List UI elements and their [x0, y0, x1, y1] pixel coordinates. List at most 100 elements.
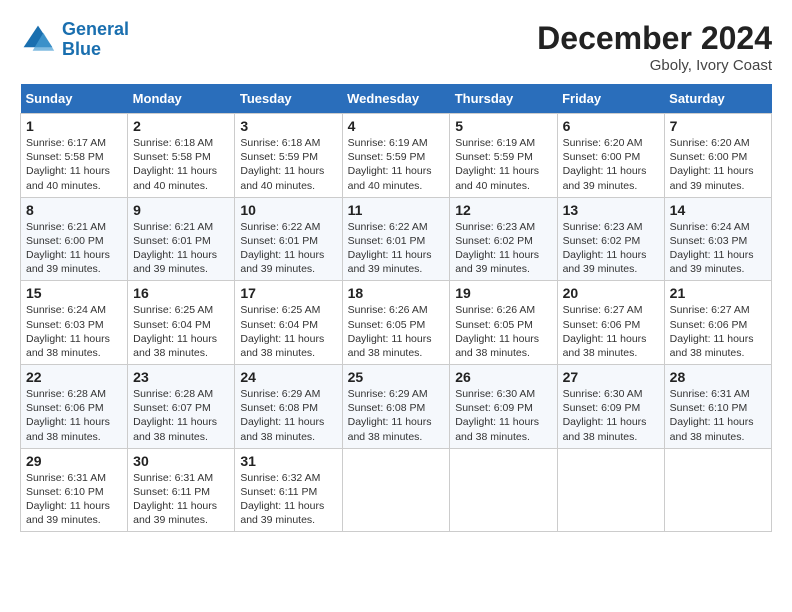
calendar-cell: 24 Sunrise: 6:29 AM Sunset: 6:08 PM Dayli… [235, 365, 342, 449]
calendar-cell: 28Sunrise: 6:31 AM Sunset: 6:10 PM Dayli… [664, 365, 771, 449]
day-info: Sunrise: 6:17 AM Sunset: 5:58 PM Dayligh… [26, 136, 122, 193]
calendar-cell [557, 448, 664, 532]
day-number: 13 [563, 202, 659, 218]
day-info: Sunrise: 6:20 AM Sunset: 6:00 PM Dayligh… [670, 136, 766, 193]
day-number: 17 [240, 285, 336, 301]
weekday-header: Tuesday [235, 84, 342, 114]
calendar-cell: 25 Sunrise: 6:29 AM Sunset: 6:08 PM Dayli… [342, 365, 450, 449]
calendar-cell: 16 Sunrise: 6:25 AM Sunset: 6:04 PM Dayli… [128, 281, 235, 365]
day-number: 6 [563, 118, 659, 134]
day-number: 3 [240, 118, 336, 134]
calendar-week-row: 29 Sunrise: 6:31 AM Sunset: 6:10 PM Dayli… [21, 448, 772, 532]
day-number: 7 [670, 118, 766, 134]
day-info: Sunrise: 6:19 AM Sunset: 5:59 PM Dayligh… [455, 136, 551, 193]
calendar-cell: 14 Sunrise: 6:24 AM Sunset: 6:03 PM Dayli… [664, 197, 771, 281]
day-number: 2 [133, 118, 229, 134]
logo-icon [20, 22, 56, 58]
day-info: Sunrise: 6:26 AM Sunset: 6:05 PM Dayligh… [455, 303, 551, 360]
day-info: Sunrise: 6:25 AM Sunset: 6:04 PM Dayligh… [240, 303, 336, 360]
calendar-cell: 23 Sunrise: 6:28 AM Sunset: 6:07 PM Dayli… [128, 365, 235, 449]
day-info: Sunrise: 6:28 AM Sunset: 6:07 PM Dayligh… [133, 387, 229, 444]
day-number: 14 [670, 202, 766, 218]
day-info: Sunrise: 6:31 AM Sunset: 6:11 PM Dayligh… [133, 471, 229, 528]
day-number: 24 [240, 369, 336, 385]
calendar-cell: 26Sunrise: 6:30 AM Sunset: 6:09 PM Dayli… [450, 365, 557, 449]
calendar-week-row: 15 Sunrise: 6:24 AM Sunset: 6:03 PM Dayli… [21, 281, 772, 365]
calendar-cell: 22Sunrise: 6:28 AM Sunset: 6:06 PM Dayli… [21, 365, 128, 449]
day-number: 30 [133, 453, 229, 469]
day-number: 16 [133, 285, 229, 301]
logo-text: General Blue [62, 20, 129, 60]
calendar-cell: 21 Sunrise: 6:27 AM Sunset: 6:06 PM Dayli… [664, 281, 771, 365]
day-number: 19 [455, 285, 551, 301]
calendar-week-row: 22Sunrise: 6:28 AM Sunset: 6:06 PM Dayli… [21, 365, 772, 449]
day-info: Sunrise: 6:30 AM Sunset: 6:09 PM Dayligh… [563, 387, 659, 444]
calendar-cell: 6 Sunrise: 6:20 AM Sunset: 6:00 PM Daylig… [557, 114, 664, 198]
day-number: 27 [563, 369, 659, 385]
day-info: Sunrise: 6:21 AM Sunset: 6:01 PM Dayligh… [133, 220, 229, 277]
day-number: 25 [348, 369, 445, 385]
day-number: 21 [670, 285, 766, 301]
month-title: December 2024 [537, 20, 772, 57]
day-number: 20 [563, 285, 659, 301]
logo: General Blue [20, 20, 129, 60]
weekday-header-row: SundayMondayTuesdayWednesdayThursdayFrid… [21, 84, 772, 114]
day-info: Sunrise: 6:21 AM Sunset: 6:00 PM Dayligh… [26, 220, 122, 277]
day-info: Sunrise: 6:24 AM Sunset: 6:03 PM Dayligh… [670, 220, 766, 277]
calendar-cell: 3 Sunrise: 6:18 AM Sunset: 5:59 PM Daylig… [235, 114, 342, 198]
day-info: Sunrise: 6:27 AM Sunset: 6:06 PM Dayligh… [563, 303, 659, 360]
calendar-week-row: 8 Sunrise: 6:21 AM Sunset: 6:00 PM Daylig… [21, 197, 772, 281]
day-info: Sunrise: 6:20 AM Sunset: 6:00 PM Dayligh… [563, 136, 659, 193]
day-info: Sunrise: 6:27 AM Sunset: 6:06 PM Dayligh… [670, 303, 766, 360]
day-number: 9 [133, 202, 229, 218]
day-info: Sunrise: 6:24 AM Sunset: 6:03 PM Dayligh… [26, 303, 122, 360]
day-number: 11 [348, 202, 445, 218]
calendar-cell: 27 Sunrise: 6:30 AM Sunset: 6:09 PM Dayli… [557, 365, 664, 449]
day-info: Sunrise: 6:19 AM Sunset: 5:59 PM Dayligh… [348, 136, 445, 193]
calendar-cell: 29 Sunrise: 6:31 AM Sunset: 6:10 PM Dayli… [21, 448, 128, 532]
calendar-cell: 13Sunrise: 6:23 AM Sunset: 6:02 PM Dayli… [557, 197, 664, 281]
day-info: Sunrise: 6:23 AM Sunset: 6:02 PM Dayligh… [455, 220, 551, 277]
calendar-cell: 7 Sunrise: 6:20 AM Sunset: 6:00 PM Daylig… [664, 114, 771, 198]
calendar-cell [342, 448, 450, 532]
day-number: 31 [240, 453, 336, 469]
day-number: 4 [348, 118, 445, 134]
day-number: 8 [26, 202, 122, 218]
calendar-cell: 10 Sunrise: 6:22 AM Sunset: 6:01 PM Dayli… [235, 197, 342, 281]
day-number: 10 [240, 202, 336, 218]
page-header: General Blue December 2024 Gboly, Ivory … [20, 20, 772, 74]
calendar-cell [450, 448, 557, 532]
calendar-cell: 12 Sunrise: 6:23 AM Sunset: 6:02 PM Dayli… [450, 197, 557, 281]
weekday-header: Sunday [21, 84, 128, 114]
day-info: Sunrise: 6:29 AM Sunset: 6:08 PM Dayligh… [240, 387, 336, 444]
calendar-cell: 15 Sunrise: 6:24 AM Sunset: 6:03 PM Dayli… [21, 281, 128, 365]
day-info: Sunrise: 6:18 AM Sunset: 5:59 PM Dayligh… [240, 136, 336, 193]
day-number: 12 [455, 202, 551, 218]
calendar-cell: 5Sunrise: 6:19 AM Sunset: 5:59 PM Daylig… [450, 114, 557, 198]
calendar-week-row: 1 Sunrise: 6:17 AM Sunset: 5:58 PM Daylig… [21, 114, 772, 198]
day-number: 15 [26, 285, 122, 301]
day-info: Sunrise: 6:26 AM Sunset: 6:05 PM Dayligh… [348, 303, 445, 360]
day-number: 29 [26, 453, 122, 469]
weekday-header: Monday [128, 84, 235, 114]
calendar-cell: 31 Sunrise: 6:32 AM Sunset: 6:11 PM Dayli… [235, 448, 342, 532]
calendar-cell: 17 Sunrise: 6:25 AM Sunset: 6:04 PM Dayli… [235, 281, 342, 365]
day-number: 23 [133, 369, 229, 385]
day-info: Sunrise: 6:22 AM Sunset: 6:01 PM Dayligh… [240, 220, 336, 277]
calendar-cell: 9 Sunrise: 6:21 AM Sunset: 6:01 PM Daylig… [128, 197, 235, 281]
calendar-cell: 30 Sunrise: 6:31 AM Sunset: 6:11 PM Dayli… [128, 448, 235, 532]
calendar-cell: 2Sunrise: 6:18 AM Sunset: 5:58 PM Daylig… [128, 114, 235, 198]
day-info: Sunrise: 6:31 AM Sunset: 6:10 PM Dayligh… [26, 471, 122, 528]
day-info: Sunrise: 6:25 AM Sunset: 6:04 PM Dayligh… [133, 303, 229, 360]
weekday-header: Friday [557, 84, 664, 114]
calendar-table: SundayMondayTuesdayWednesdayThursdayFrid… [20, 84, 772, 532]
weekday-header: Wednesday [342, 84, 450, 114]
day-number: 28 [670, 369, 766, 385]
day-info: Sunrise: 6:29 AM Sunset: 6:08 PM Dayligh… [348, 387, 445, 444]
calendar-cell: 11Sunrise: 6:22 AM Sunset: 6:01 PM Dayli… [342, 197, 450, 281]
day-number: 1 [26, 118, 122, 134]
day-info: Sunrise: 6:32 AM Sunset: 6:11 PM Dayligh… [240, 471, 336, 528]
calendar-cell [664, 448, 771, 532]
calendar-cell: 8 Sunrise: 6:21 AM Sunset: 6:00 PM Daylig… [21, 197, 128, 281]
calendar-cell: 4 Sunrise: 6:19 AM Sunset: 5:59 PM Daylig… [342, 114, 450, 198]
